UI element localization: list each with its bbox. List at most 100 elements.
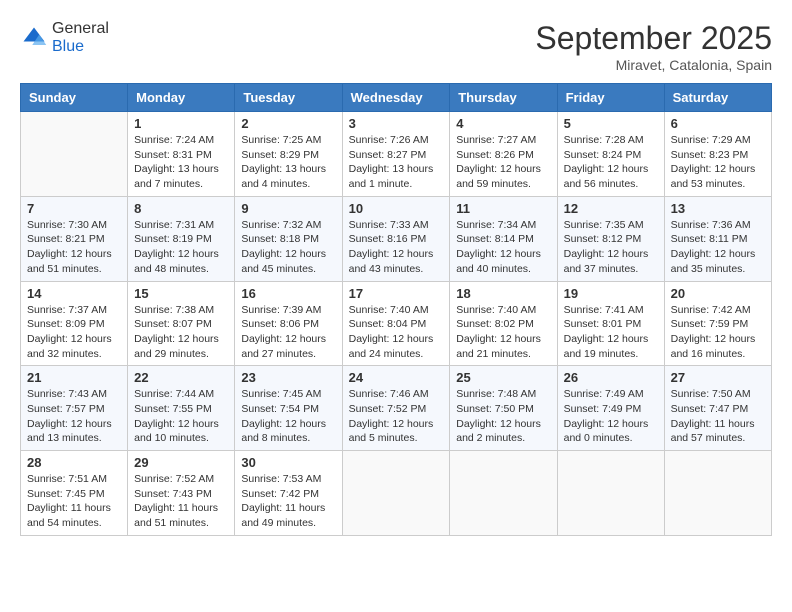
calendar-cell <box>664 451 771 536</box>
calendar-cell: 28 Sunrise: 7:51 AMSunset: 7:45 PMDayligh… <box>21 451 128 536</box>
calendar-cell: 27 Sunrise: 7:50 AMSunset: 7:47 PMDayligh… <box>664 366 771 451</box>
calendar-cell: 16 Sunrise: 7:39 AMSunset: 8:06 PMDayligh… <box>235 281 342 366</box>
day-number: 21 <box>27 370 121 385</box>
day-number: 19 <box>564 286 658 301</box>
day-number: 6 <box>671 116 765 131</box>
calendar-cell <box>21 112 128 197</box>
day-info: Sunrise: 7:51 AMSunset: 7:45 PMDaylight:… <box>27 472 121 531</box>
calendar-cell: 8 Sunrise: 7:31 AMSunset: 8:19 PMDaylight… <box>128 196 235 281</box>
day-number: 9 <box>241 201 335 216</box>
day-info: Sunrise: 7:52 AMSunset: 7:43 PMDaylight:… <box>134 472 228 531</box>
calendar-cell: 13 Sunrise: 7:36 AMSunset: 8:11 PMDayligh… <box>664 196 771 281</box>
day-info: Sunrise: 7:46 AMSunset: 7:52 PMDaylight:… <box>349 387 444 446</box>
day-info: Sunrise: 7:35 AMSunset: 8:12 PMDaylight:… <box>564 218 658 277</box>
calendar-cell: 10 Sunrise: 7:33 AMSunset: 8:16 PMDayligh… <box>342 196 450 281</box>
calendar-cell: 24 Sunrise: 7:46 AMSunset: 7:52 PMDayligh… <box>342 366 450 451</box>
calendar-cell: 21 Sunrise: 7:43 AMSunset: 7:57 PMDayligh… <box>21 366 128 451</box>
day-number: 11 <box>456 201 550 216</box>
calendar-cell: 5Sunrise: 7:28 AMSunset: 8:24 PMDaylight… <box>557 112 664 197</box>
logo-icon <box>20 24 48 52</box>
day-number: 5 <box>564 116 658 131</box>
calendar-week-2: 7 Sunrise: 7:30 AMSunset: 8:21 PMDaylight… <box>21 196 772 281</box>
day-number: 3 <box>349 116 444 131</box>
day-info: Sunrise: 7:30 AMSunset: 8:21 PMDaylight:… <box>27 218 121 277</box>
calendar-cell: 14 Sunrise: 7:37 AMSunset: 8:09 PMDayligh… <box>21 281 128 366</box>
calendar-cell <box>342 451 450 536</box>
calendar-cell <box>557 451 664 536</box>
title-block: September 2025 Miravet, Catalonia, Spain <box>535 20 772 73</box>
logo: General Blue <box>20 20 109 56</box>
day-info: Sunrise: 7:43 AMSunset: 7:57 PMDaylight:… <box>27 387 121 446</box>
day-info: Sunrise: 7:48 AMSunset: 7:50 PMDaylight:… <box>456 387 550 446</box>
day-info: Sunrise: 7:44 AMSunset: 7:55 PMDaylight:… <box>134 387 228 446</box>
day-number: 24 <box>349 370 444 385</box>
calendar-cell: 11 Sunrise: 7:34 AMSunset: 8:14 PMDayligh… <box>450 196 557 281</box>
calendar-cell: 18Sunrise: 7:40 AMSunset: 8:02 PMDayligh… <box>450 281 557 366</box>
day-number: 13 <box>671 201 765 216</box>
day-number: 12 <box>564 201 658 216</box>
day-header-tuesday: Tuesday <box>235 84 342 112</box>
day-number: 2 <box>241 116 335 131</box>
calendar-table: SundayMondayTuesdayWednesdayThursdayFrid… <box>20 83 772 536</box>
day-number: 16 <box>241 286 335 301</box>
day-number: 26 <box>564 370 658 385</box>
day-info: Sunrise: 7:32 AMSunset: 8:18 PMDaylight:… <box>241 218 335 277</box>
calendar-cell: 22Sunrise: 7:44 AMSunset: 7:55 PMDayligh… <box>128 366 235 451</box>
day-info: Sunrise: 7:42 AMSunset: 7:59 PMDaylight:… <box>671 303 765 362</box>
day-info: Sunrise: 7:25 AMSunset: 8:29 PMDaylight:… <box>241 133 335 192</box>
day-info: Sunrise: 7:34 AMSunset: 8:14 PMDaylight:… <box>456 218 550 277</box>
day-info: Sunrise: 7:37 AMSunset: 8:09 PMDaylight:… <box>27 303 121 362</box>
calendar-cell: 20Sunrise: 7:42 AMSunset: 7:59 PMDayligh… <box>664 281 771 366</box>
day-number: 8 <box>134 201 228 216</box>
day-number: 29 <box>134 455 228 470</box>
calendar-cell <box>450 451 557 536</box>
calendar-cell: 15 Sunrise: 7:38 AMSunset: 8:07 PMDayligh… <box>128 281 235 366</box>
day-info: Sunrise: 7:27 AMSunset: 8:26 PMDaylight:… <box>456 133 550 192</box>
day-info: Sunrise: 7:50 AMSunset: 7:47 PMDaylight:… <box>671 387 765 446</box>
day-header-saturday: Saturday <box>664 84 771 112</box>
calendar-cell: 7 Sunrise: 7:30 AMSunset: 8:21 PMDaylight… <box>21 196 128 281</box>
day-info: Sunrise: 7:53 AMSunset: 7:42 PMDaylight:… <box>241 472 335 531</box>
calendar-cell: 2 Sunrise: 7:25 AMSunset: 8:29 PMDaylight… <box>235 112 342 197</box>
calendar-cell: 4 Sunrise: 7:27 AMSunset: 8:26 PMDaylight… <box>450 112 557 197</box>
calendar-week-3: 14 Sunrise: 7:37 AMSunset: 8:09 PMDayligh… <box>21 281 772 366</box>
day-info: Sunrise: 7:31 AMSunset: 8:19 PMDaylight:… <box>134 218 228 277</box>
day-info: Sunrise: 7:49 AMSunset: 7:49 PMDaylight:… <box>564 387 658 446</box>
day-info: Sunrise: 7:38 AMSunset: 8:07 PMDaylight:… <box>134 303 228 362</box>
calendar-cell: 29 Sunrise: 7:52 AMSunset: 7:43 PMDayligh… <box>128 451 235 536</box>
day-number: 30 <box>241 455 335 470</box>
calendar-cell: 30 Sunrise: 7:53 AMSunset: 7:42 PMDayligh… <box>235 451 342 536</box>
day-number: 14 <box>27 286 121 301</box>
page-header: General Blue September 2025 Miravet, Cat… <box>20 20 772 73</box>
day-number: 1 <box>134 116 228 131</box>
day-header-sunday: Sunday <box>21 84 128 112</box>
calendar-cell: 3 Sunrise: 7:26 AMSunset: 8:27 PMDaylight… <box>342 112 450 197</box>
day-header-friday: Friday <box>557 84 664 112</box>
calendar-week-5: 28 Sunrise: 7:51 AMSunset: 7:45 PMDayligh… <box>21 451 772 536</box>
calendar-week-4: 21 Sunrise: 7:43 AMSunset: 7:57 PMDayligh… <box>21 366 772 451</box>
day-info: Sunrise: 7:36 AMSunset: 8:11 PMDaylight:… <box>671 218 765 277</box>
day-number: 4 <box>456 116 550 131</box>
day-info: Sunrise: 7:45 AMSunset: 7:54 PMDaylight:… <box>241 387 335 446</box>
day-number: 17 <box>349 286 444 301</box>
day-number: 27 <box>671 370 765 385</box>
day-info: Sunrise: 7:24 AMSunset: 8:31 PMDaylight:… <box>134 133 228 192</box>
day-header-monday: Monday <box>128 84 235 112</box>
calendar-header-row: SundayMondayTuesdayWednesdayThursdayFrid… <box>21 84 772 112</box>
day-info: Sunrise: 7:26 AMSunset: 8:27 PMDaylight:… <box>349 133 444 192</box>
calendar-cell: 6Sunrise: 7:29 AMSunset: 8:23 PMDaylight… <box>664 112 771 197</box>
day-info: Sunrise: 7:41 AMSunset: 8:01 PMDaylight:… <box>564 303 658 362</box>
day-number: 7 <box>27 201 121 216</box>
day-info: Sunrise: 7:33 AMSunset: 8:16 PMDaylight:… <box>349 218 444 277</box>
day-info: Sunrise: 7:39 AMSunset: 8:06 PMDaylight:… <box>241 303 335 362</box>
month-title: September 2025 <box>535 20 772 57</box>
day-number: 15 <box>134 286 228 301</box>
day-number: 25 <box>456 370 550 385</box>
day-number: 23 <box>241 370 335 385</box>
calendar-cell: 19 Sunrise: 7:41 AMSunset: 8:01 PMDayligh… <box>557 281 664 366</box>
day-number: 28 <box>27 455 121 470</box>
day-number: 10 <box>349 201 444 216</box>
calendar-week-1: 1 Sunrise: 7:24 AMSunset: 8:31 PMDaylight… <box>21 112 772 197</box>
calendar-cell: 26 Sunrise: 7:49 AMSunset: 7:49 PMDayligh… <box>557 366 664 451</box>
day-header-thursday: Thursday <box>450 84 557 112</box>
